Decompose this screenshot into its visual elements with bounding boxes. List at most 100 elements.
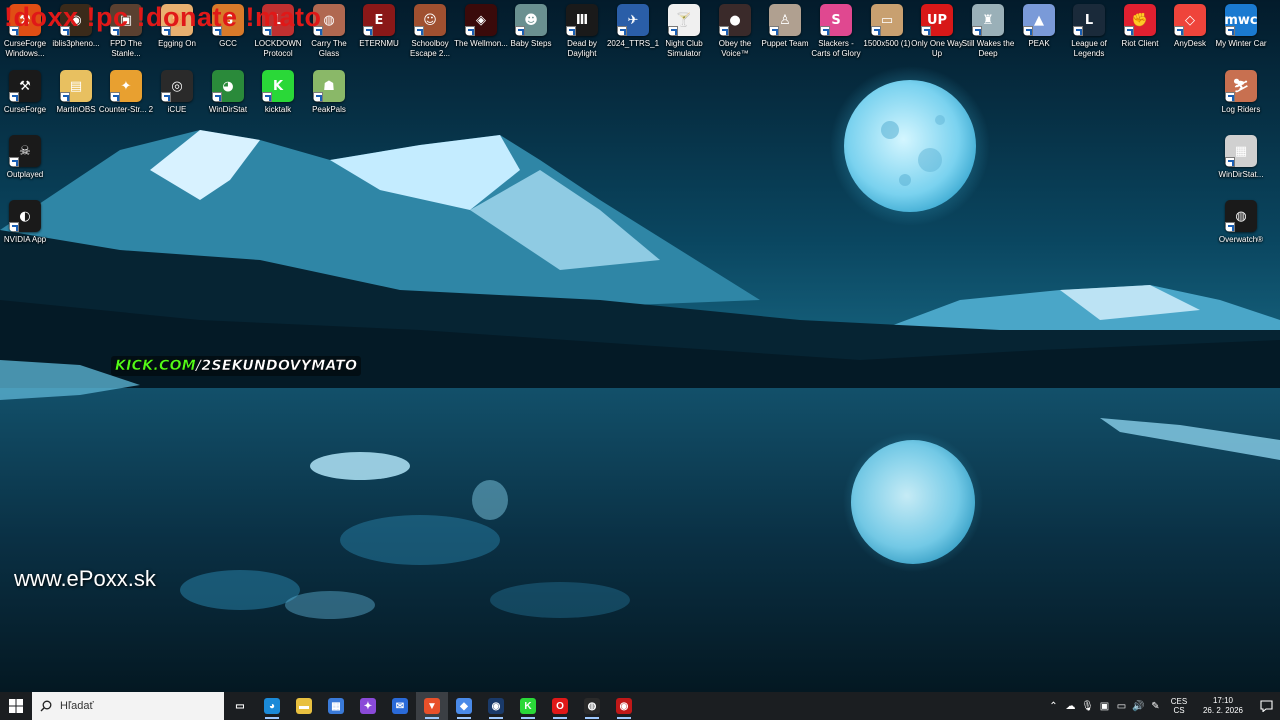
taskbar-app-file-explorer[interactable]: ▬ <box>288 692 320 720</box>
file-explorer-icon: ▬ <box>296 698 312 714</box>
taskbar-app-app-blue[interactable]: ◆ <box>448 692 480 720</box>
taskbar-app-microsoft-store[interactable]: ▦ <box>320 692 352 720</box>
input-language-indicator[interactable]: CES CS <box>1164 697 1194 715</box>
desktop-icon-windirstat[interactable]: ◕ WinDirStat <box>203 70 253 132</box>
2024-ttrs-icon: ✈ <box>617 4 649 36</box>
desktop-icon-icue[interactable]: ◎ iCUE <box>152 70 202 132</box>
shortcut-arrow-icon <box>566 26 576 36</box>
curseforge-glyph: ⚒ <box>19 78 31 94</box>
desktop-icon-anydesk[interactable]: ◇ AnyDesk <box>1165 4 1215 66</box>
counter-strike-2-glyph: ✦ <box>120 78 132 94</box>
opera-icon: O <box>552 698 568 714</box>
baby-steps-glyph: ☻ <box>524 12 538 28</box>
desktop-icon-label: WinDirStat <box>208 105 248 114</box>
image-1500x500-icon: ▭ <box>871 4 903 36</box>
desktop-icon-puppet-team[interactable]: ♙ Puppet Team <box>760 4 810 66</box>
desktop-icon-log-riders[interactable]: ⛷ Log Riders <box>1216 70 1266 132</box>
desktop-icon-kicktalk[interactable]: Kkicktalk <box>253 70 303 132</box>
desktop-icon-only-one-way-up[interactable]: UP Only One Way Up <box>911 4 963 66</box>
obs-icon: ◍ <box>584 698 600 714</box>
taskbar-app-edge[interactable]: ◕ <box>256 692 288 720</box>
desktop-icon-outplayed[interactable]: ☠ Outplayed <box>0 135 50 197</box>
obey-the-voice-icon: ● <box>719 4 751 36</box>
desktop-icon-still-wakes-the-deep[interactable]: ♜ Still Wakes the Deep <box>961 4 1015 66</box>
desktop-icon-peakpals[interactable]: ☗ PeakPals <box>304 70 354 132</box>
desktop-icon-label: My Winter Car <box>1215 39 1267 48</box>
desktop-icon-overwatch[interactable]: ◍ Overwatch® <box>1216 200 1266 262</box>
taskbar-app-mail[interactable]: ✉ <box>384 692 416 720</box>
pen-icon[interactable]: ✎ <box>1147 692 1164 720</box>
tray-overflow-chevron-icon[interactable]: ⌃ <box>1045 692 1062 720</box>
desktop-icon-label: kicktalk <box>264 105 292 114</box>
desktop-icon-label: NVIDIA App <box>3 235 47 244</box>
taskbar-app-task-view[interactable]: ▭ <box>224 692 256 720</box>
taskbar-search-box[interactable]: Hľadať <box>32 692 224 720</box>
desktop-icon-image-1500x500[interactable]: ▭ 1500x500 (1) <box>862 4 912 66</box>
stream-commands-overlay: !doxx !pc !donate !mato <box>4 2 322 32</box>
desktop-icon-martinobs[interactable]: ▤ MartinOBS <box>51 70 101 132</box>
taskbar-app-opera[interactable]: O <box>544 692 576 720</box>
volume-icon[interactable]: 🔊 <box>1130 692 1147 720</box>
steam-icon: ◉ <box>488 698 504 714</box>
obey-the-voice-glyph: ● <box>729 12 741 28</box>
night-club-simulator-icon: 🍸 <box>668 4 700 36</box>
shortcut-arrow-icon <box>110 92 120 102</box>
taskbar-clock[interactable]: 17:10 26. 2. 2026 <box>1194 696 1252 716</box>
desktop-icon-peak[interactable]: ▲ PEAK <box>1014 4 1064 66</box>
desktop-icon-label: iblis3pheno... <box>52 39 100 48</box>
taskbar-app-obs[interactable]: ◍ <box>576 692 608 720</box>
desktop-icon-label: Slackers - Carts of Glory <box>811 39 861 58</box>
clock-time: 17:10 <box>1212 696 1234 705</box>
desktop-icon-eternmu[interactable]: E ETERNMU <box>354 4 404 66</box>
windirstat-installer-icon: ▦ <box>1225 135 1257 167</box>
shortcut-arrow-icon <box>313 92 323 102</box>
language-code: CES <box>1170 697 1188 706</box>
desktop-icon-my-winter-car[interactable]: mwc My Winter Car <box>1215 4 1267 66</box>
desktop-icon-slackers-carts-of-glory[interactable]: S Slackers - Carts of Glory <box>811 4 861 66</box>
desktop-icon-nvidia-app[interactable]: ◐ NVIDIA App <box>0 200 50 262</box>
shortcut-arrow-icon <box>1174 26 1184 36</box>
desktop-icon-label: LOCKDOWN Protocol <box>254 39 302 58</box>
copilot-icon: ✦ <box>360 698 376 714</box>
shortcut-arrow-icon <box>212 92 222 102</box>
taskbar-app-recorder[interactable]: ◉ <box>608 692 640 720</box>
display-icon[interactable]: ▣ <box>1096 692 1113 720</box>
desktop-icon-2024-ttrs[interactable]: ✈ 2024_TTRS_1 <box>607 4 659 66</box>
desktop-icon-dead-by-daylight[interactable]: Ⅲ Dead by Daylight <box>557 4 607 66</box>
desktop-icon-label: FPD The Stanle... <box>110 39 142 58</box>
notification-center-button[interactable] <box>1252 692 1280 720</box>
onedrive-icon[interactable]: ☁ <box>1062 692 1079 720</box>
desktop-icon-label: 1500x500 (1) <box>863 39 911 48</box>
brave-icon: ▼ <box>424 698 440 714</box>
counter-strike-2-icon: ✦ <box>110 70 142 102</box>
taskbar-app-steam[interactable]: ◉ <box>480 692 512 720</box>
nvidia-app-icon: ◐ <box>9 200 41 232</box>
desktop-icon-schoolboy-escape[interactable]: ☺ Schoolboy Escape 2... <box>405 4 455 66</box>
network-icon[interactable]: ▭ <box>1113 692 1130 720</box>
taskbar-app-kick[interactable]: K <box>512 692 544 720</box>
desktop-icon-label: Overwatch® <box>1218 235 1264 244</box>
slackers-carts-of-glory-icon: S <box>820 4 852 36</box>
kick-prefix: KICK.COM <box>115 358 197 374</box>
desktop-icon-curseforge[interactable]: ⚒ CurseForge <box>0 70 50 132</box>
taskbar-app-copilot[interactable]: ✦ <box>352 692 384 720</box>
windirstat-icon: ◕ <box>212 70 244 102</box>
desktop-icon-riot-client[interactable]: ✊ Riot Client <box>1115 4 1165 66</box>
desktop-icon-windirstat-installer[interactable]: ▦ WinDirStat... <box>1216 135 1266 197</box>
microphone-icon[interactable]: 🎙 <box>1079 692 1096 720</box>
the-wellmonster-glyph: ◈ <box>476 12 486 28</box>
schoolboy-escape-icon: ☺ <box>414 4 446 36</box>
desktop-icon-the-wellmonster[interactable]: ◈ The Wellmon... <box>454 4 508 66</box>
puppet-team-icon: ♙ <box>769 4 801 36</box>
desktop-icon-baby-steps[interactable]: ☻ Baby Steps <box>506 4 556 66</box>
desktop-icon-night-club-simulator[interactable]: 🍸 Night Club Simulator <box>659 4 709 66</box>
taskbar-app-brave[interactable]: ▼ <box>416 692 448 720</box>
desktop-icon-obey-the-voice[interactable]: ● Obey the Voice™ <box>710 4 760 66</box>
desktop-icon-counter-strike-2[interactable]: ✦ Counter-Str... 2 <box>99 70 153 132</box>
start-button[interactable] <box>0 692 32 720</box>
desktop-icon-label: Still Wakes the Deep <box>961 39 1015 58</box>
peak-icon: ▲ <box>1023 4 1055 36</box>
puppet-team-glyph: ♙ <box>779 12 791 28</box>
only-one-way-up-icon: UP <box>921 4 953 36</box>
desktop-icon-league-of-legends[interactable]: L League of Legends <box>1064 4 1114 66</box>
